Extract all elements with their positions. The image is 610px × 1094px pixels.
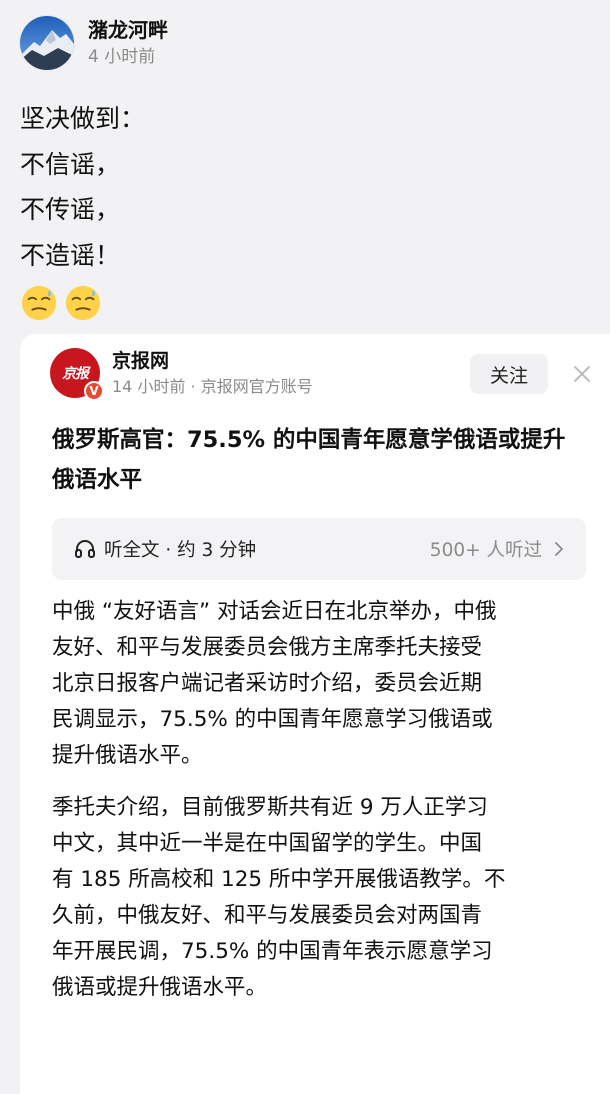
listen-label: 听全文 · 约 3 分钟 xyxy=(104,540,257,561)
paragraph-line: 友好、和平与发展委员会俄方主席季托夫接受 xyxy=(52,635,483,660)
paragraph-line: 中俄 “友好语言” 对话会近日在北京举办，中俄 xyxy=(52,599,497,624)
paragraph-line: 季托夫介绍，目前俄罗斯共有近 9 万人正学习 xyxy=(52,795,488,820)
post-text-line: 不传谣， xyxy=(20,195,121,224)
follow-button[interactable]: 关注 xyxy=(470,354,548,394)
mountain-avatar-image xyxy=(20,16,74,70)
source-name[interactable]: 京报网 xyxy=(112,348,313,374)
verified-badge-icon: V xyxy=(84,381,104,401)
avatar[interactable] xyxy=(20,16,74,70)
listen-full-text-bar[interactable]: 听全文 · 约 3 分钟 500+ 人听过 xyxy=(52,518,586,580)
close-button[interactable] xyxy=(568,360,596,388)
post-header: 潴龙河畔 4 小时前 xyxy=(20,16,168,70)
paragraph-line: 民调显示，75.5% 的中国青年愿意学习俄语或 xyxy=(52,707,493,732)
chevron-right-icon xyxy=(554,541,564,557)
headphones-icon xyxy=(74,538,96,560)
article-body: 中俄 “友好语言” 对话会近日在北京举办，中俄 友好、和平与发展委员会俄方主席季… xyxy=(52,594,592,1022)
paragraph-line: 久前，中俄友好、和平与发展委员会对两国青 xyxy=(52,903,483,928)
post-timestamp: 4 小时前 xyxy=(88,47,156,67)
paragraph-line: 北京日报客户端记者采访时介绍，委员会近期 xyxy=(52,671,483,696)
article-title[interactable]: 俄罗斯高官：75.5% 的中国青年愿意学俄语或提升俄语水平 xyxy=(52,420,582,500)
post-text-line: 不信谣， xyxy=(20,149,121,179)
post-text-line: 不造谣！ xyxy=(20,240,121,270)
post-text-line: 坚决做到： xyxy=(20,104,146,133)
paragraph-line: 提升俄语水平。 xyxy=(52,743,203,768)
author-name[interactable]: 潴龙河畔 xyxy=(88,17,168,43)
emoji-row xyxy=(20,284,580,322)
source-meta: 14 小时前 · 京报网官方账号 xyxy=(112,377,313,396)
close-icon xyxy=(574,366,590,382)
article-paragraph: 中俄 “友好语言” 对话会近日在北京举办，中俄 友好、和平与发展委员会俄方主席季… xyxy=(52,594,592,774)
shared-article-card[interactable]: 京报 V 京报网 14 小时前 · 京报网官方账号 关注 俄罗斯高官：75.5%… xyxy=(20,334,610,1094)
article-source-header: 京报 V 京报网 14 小时前 · 京报网官方账号 xyxy=(50,348,313,401)
listener-count: 500+ 人听过 xyxy=(429,540,542,561)
post-content: 坚决做到： 不信谣， 不传谣， 不造谣！ xyxy=(20,96,580,322)
paragraph-line: 年开展民调，75.5% 的中国青年表示愿意学习 xyxy=(52,939,493,964)
paragraph-line: 俄语或提升俄语水平。 xyxy=(52,975,268,1000)
paragraph-line: 有 185 所高校和 125 所中学开展俄语教学。不 xyxy=(52,867,506,892)
source-avatar[interactable]: 京报 V xyxy=(50,348,104,401)
sweating-face-emoji xyxy=(65,285,101,321)
paragraph-line: 中文，其中近一半是在中国留学的学生。中国 xyxy=(52,831,483,856)
article-paragraph: 季托夫介绍，目前俄罗斯共有近 9 万人正学习 中文，其中近一半是在中国留学的学生… xyxy=(52,790,592,1006)
sweating-face-emoji xyxy=(21,285,57,321)
